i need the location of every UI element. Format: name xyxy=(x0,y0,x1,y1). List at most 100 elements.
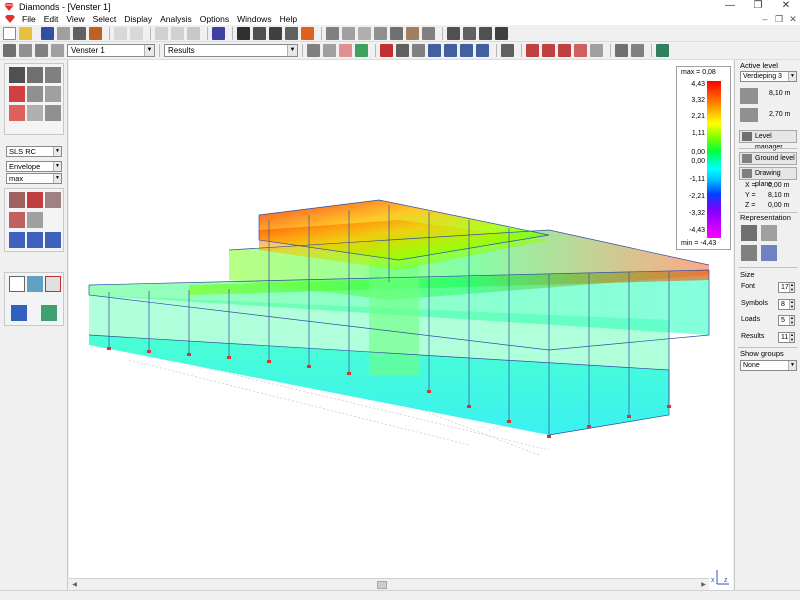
axis-y-icon[interactable] xyxy=(27,232,43,248)
show-groups-select[interactable]: None ▼ xyxy=(740,360,797,371)
layout-a-icon[interactable] xyxy=(615,44,628,57)
measure-icon[interactable] xyxy=(501,44,514,57)
reaction-result-icon[interactable] xyxy=(9,212,25,228)
render-d-icon[interactable] xyxy=(574,44,587,57)
tables-icon[interactable] xyxy=(212,26,225,40)
moment-result-icon[interactable] xyxy=(27,212,43,228)
scroll-right-icon[interactable]: ▶ xyxy=(698,580,709,590)
close-button[interactable]: ✕ xyxy=(772,0,800,13)
zoom-a-icon[interactable] xyxy=(380,44,393,57)
beam-tool-icon[interactable] xyxy=(9,67,25,83)
render-c-icon[interactable] xyxy=(558,44,571,57)
horizontal-scrollbar[interactable]: ◀ ▶ xyxy=(69,578,709,590)
print-icon[interactable] xyxy=(73,26,86,40)
calc-b-icon[interactable] xyxy=(253,26,266,40)
fire-icon[interactable] xyxy=(301,26,314,40)
column-tool-icon[interactable] xyxy=(27,67,43,83)
view-a-icon[interactable] xyxy=(3,44,16,57)
view-d-icon[interactable] xyxy=(51,44,64,57)
hinge-tool-icon[interactable] xyxy=(27,86,43,102)
calc-a-icon[interactable] xyxy=(237,26,250,40)
axis-z-icon[interactable] xyxy=(45,232,61,248)
section-view-icon[interactable] xyxy=(41,305,57,321)
menu-display[interactable]: Display xyxy=(120,13,156,25)
results-e-icon[interactable] xyxy=(390,26,403,40)
pick-result-icon[interactable] xyxy=(27,276,43,292)
axis-x-icon[interactable] xyxy=(9,232,25,248)
results-select[interactable]: Results ▼ xyxy=(164,44,298,57)
drawing-plane-button[interactable]: Drawing plane xyxy=(739,167,797,188)
doc-close-button[interactable]: ✕ xyxy=(786,13,800,25)
hand-icon[interactable] xyxy=(412,44,425,57)
section-tool-icon[interactable] xyxy=(27,105,43,121)
stress-result-icon[interactable] xyxy=(45,192,61,208)
menu-edit[interactable]: Edit xyxy=(40,13,63,25)
3d-model-viewport[interactable] xyxy=(69,60,733,578)
representation-wire-icon[interactable] xyxy=(761,225,777,241)
displacement-result-icon[interactable] xyxy=(9,192,25,208)
representation-shade-icon[interactable] xyxy=(761,245,777,261)
load-combination-select[interactable]: SLS RC ▼ xyxy=(6,146,62,157)
display-a-icon[interactable] xyxy=(307,44,320,57)
pan-icon[interactable] xyxy=(396,44,409,57)
align-c-icon[interactable] xyxy=(479,26,492,40)
menu-analysis[interactable]: Analysis xyxy=(156,13,196,25)
envelope-select[interactable]: Envelope ▼ xyxy=(6,161,62,172)
representation-solid-icon[interactable] xyxy=(741,225,757,241)
results-size-spinner[interactable]: 11 ▲ ▼ xyxy=(778,332,795,343)
menu-view[interactable]: View xyxy=(62,13,88,25)
align-a-icon[interactable] xyxy=(447,26,460,40)
scroll-left-icon[interactable]: ◀ xyxy=(69,580,80,590)
render-b-icon[interactable] xyxy=(542,44,555,57)
display-b-icon[interactable] xyxy=(323,44,336,57)
results-c-icon[interactable] xyxy=(358,26,371,40)
display-c-icon[interactable] xyxy=(339,44,352,57)
loads-size-spinner[interactable]: 5 ▲ ▼ xyxy=(778,315,795,326)
calc-c-icon[interactable] xyxy=(269,26,282,40)
wall-tool-icon[interactable] xyxy=(45,86,61,102)
undo-icon[interactable] xyxy=(114,26,127,40)
load-tool-icon[interactable] xyxy=(9,105,25,121)
level-manager-button[interactable]: Level manager xyxy=(739,130,797,151)
redo-icon[interactable] xyxy=(130,26,143,40)
calc-d-icon[interactable] xyxy=(285,26,298,40)
slab-tool-icon[interactable] xyxy=(45,105,61,121)
align-b-icon[interactable] xyxy=(463,26,476,40)
menu-help[interactable]: Help xyxy=(276,13,301,25)
save-icon[interactable] xyxy=(41,26,54,40)
zoom-extents-icon[interactable] xyxy=(460,44,473,57)
doc-minimize-button[interactable]: – xyxy=(758,13,772,25)
maximize-button[interactable]: ❐ xyxy=(744,0,772,13)
max-min-select[interactable]: max ▼ xyxy=(6,173,62,184)
report-icon[interactable] xyxy=(656,44,669,57)
zoom-in-icon[interactable] xyxy=(444,44,457,57)
scroll-thumb[interactable] xyxy=(377,581,387,589)
results-f-icon[interactable] xyxy=(406,26,419,40)
results-a-icon[interactable] xyxy=(326,26,339,40)
doc-restore-button[interactable]: ❐ xyxy=(772,13,786,25)
representation-render-icon[interactable] xyxy=(741,245,757,261)
symbols-size-spinner[interactable]: 8 ▲ ▼ xyxy=(778,299,795,310)
minimize-button[interactable]: — xyxy=(716,0,744,13)
active-level-select[interactable]: Verdieping 3 ▼ xyxy=(740,71,797,82)
grid-c-icon[interactable] xyxy=(187,26,200,40)
results-g-icon[interactable] xyxy=(422,26,435,40)
delete-cross-icon[interactable] xyxy=(45,276,61,292)
render-e-icon[interactable] xyxy=(590,44,603,57)
menu-windows[interactable]: Windows xyxy=(233,13,275,25)
open-folder-icon[interactable] xyxy=(19,26,32,40)
view-c-icon[interactable] xyxy=(35,44,48,57)
plate-tool-icon[interactable] xyxy=(45,67,61,83)
grid-a-icon[interactable] xyxy=(155,26,168,40)
menu-select[interactable]: Select xyxy=(89,13,121,25)
plate-view-icon[interactable] xyxy=(11,305,27,321)
view-b-icon[interactable] xyxy=(19,44,32,57)
display-d-icon[interactable] xyxy=(355,44,368,57)
ground-level-button[interactable]: Ground level xyxy=(739,152,797,165)
force-result-icon[interactable] xyxy=(27,192,43,208)
support-tool-icon[interactable] xyxy=(9,86,25,102)
print-preview-icon[interactable] xyxy=(57,26,70,40)
render-a-icon[interactable] xyxy=(526,44,539,57)
align-d-icon[interactable] xyxy=(495,26,508,40)
menu-file[interactable]: File xyxy=(18,13,40,25)
